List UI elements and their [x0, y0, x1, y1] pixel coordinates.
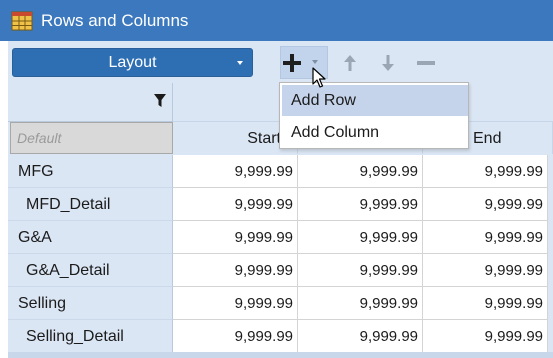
- data-cell[interactable]: 9,999.99: [298, 221, 423, 254]
- mouse-pointer-icon: [312, 67, 326, 88]
- plus-icon[interactable]: [282, 53, 302, 73]
- data-cell[interactable]: 9,999.99: [423, 320, 548, 353]
- minus-icon[interactable]: [416, 53, 436, 73]
- data-cell[interactable]: 9,999.99: [423, 254, 548, 287]
- table-grid-icon: [11, 11, 33, 30]
- grid-footer-band: [8, 352, 553, 358]
- chevron-down-icon: [237, 61, 243, 65]
- data-cell[interactable]: 9,999.99: [173, 320, 298, 353]
- data-cell[interactable]: 9,999.99: [173, 155, 298, 188]
- arrow-up-icon[interactable]: [340, 53, 360, 73]
- data-cell[interactable]: 9,999.99: [423, 188, 548, 221]
- data-cell[interactable]: 9,999.99: [298, 287, 423, 320]
- default-filter-input[interactable]: Default: [10, 122, 173, 154]
- data-cell[interactable]: 9,999.99: [298, 188, 423, 221]
- row-header[interactable]: Selling: [8, 287, 173, 320]
- filter-cell[interactable]: [8, 83, 173, 122]
- data-cell[interactable]: 9,999.99: [298, 254, 423, 287]
- filter-icon[interactable]: [154, 94, 166, 108]
- data-cell[interactable]: 9,999.99: [423, 287, 548, 320]
- data-cell[interactable]: 9,999.99: [298, 320, 423, 353]
- row-header[interactable]: G&A_Detail: [8, 254, 173, 287]
- data-cell[interactable]: 9,999.99: [173, 188, 298, 221]
- data-cell[interactable]: 9,999.99: [173, 254, 298, 287]
- data-cell[interactable]: 9,999.99: [423, 221, 548, 254]
- layout-button-label: Layout: [108, 53, 157, 71]
- row-header[interactable]: Selling_Detail: [8, 320, 173, 353]
- data-cell[interactable]: 9,999.99: [173, 287, 298, 320]
- dropdown-caret-icon[interactable]: [312, 60, 318, 64]
- toolbar: Layout: [8, 41, 553, 83]
- data-cell[interactable]: 9,999.99: [173, 221, 298, 254]
- data-cell[interactable]: 9,999.99: [423, 155, 548, 188]
- row-header[interactable]: MFG: [8, 155, 173, 188]
- data-cell[interactable]: 9,999.99: [298, 155, 423, 188]
- row-header[interactable]: MFD_Detail: [8, 188, 173, 221]
- menu-item-add-row[interactable]: Add Row: [282, 85, 468, 116]
- layout-dropdown-button[interactable]: Layout: [12, 48, 253, 77]
- window-title: Rows and Columns: [41, 10, 189, 30]
- arrow-down-icon[interactable]: [378, 53, 398, 73]
- row-header[interactable]: G&A: [8, 221, 173, 254]
- menu-item-add-column[interactable]: Add Column: [282, 117, 468, 148]
- window-title-bar: Rows and Columns: [0, 0, 553, 41]
- add-dropdown-menu: Add Row Add Column: [279, 82, 469, 149]
